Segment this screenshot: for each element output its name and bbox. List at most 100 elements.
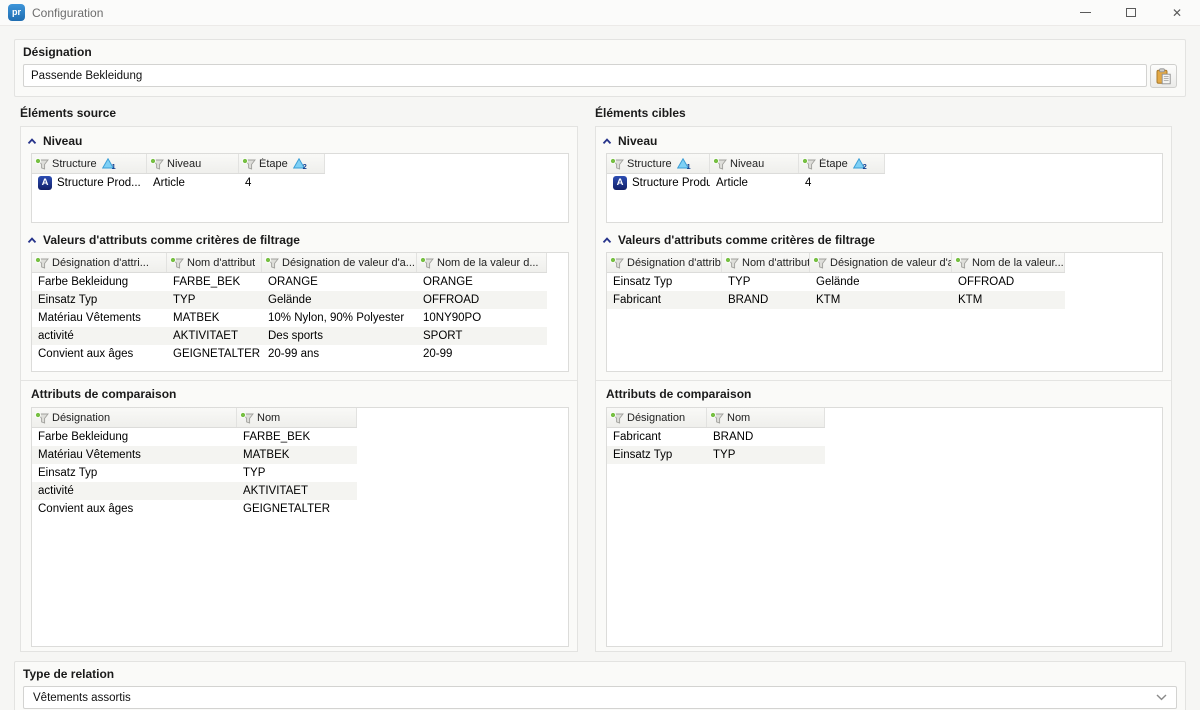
table-row[interactable]: Farbe BekleidungFARBE_BEKORANGEORANGE xyxy=(32,273,547,291)
table-cell: KTM xyxy=(952,291,1065,309)
table-cell: Einsatz Typ xyxy=(32,291,167,309)
table-header-row: Structure1NiveauÉtape2 xyxy=(607,154,885,174)
table-row[interactable]: FabricantBRANDKTMKTM xyxy=(607,291,1065,309)
titlebar: pr Configuration ✕ xyxy=(0,0,1200,26)
table-cell: GEIGNETALTER xyxy=(167,345,262,363)
table-row[interactable]: AStructure Prod...Article4 xyxy=(32,174,325,192)
paste-button[interactable] xyxy=(1150,64,1177,88)
table-cell: ORANGE xyxy=(417,273,547,291)
section-label: Niveau xyxy=(618,134,657,148)
dialog-content: Désignation Éléments source xyxy=(0,26,1200,710)
table-row[interactable]: activitéAKTIVITAET xyxy=(32,482,357,500)
filter-icon xyxy=(35,158,49,170)
table-cell: TYP xyxy=(167,291,262,309)
filter-icon xyxy=(713,158,727,170)
clipboard-icon xyxy=(1155,68,1172,85)
relation-select[interactable]: Vêtements assortis xyxy=(23,686,1177,709)
column-header[interactable]: Niveau xyxy=(710,154,799,173)
maximize-button[interactable] xyxy=(1108,0,1154,26)
column-header[interactable]: Nom xyxy=(237,408,357,427)
filter-icon xyxy=(240,412,254,424)
table-cell: 10NY90PO xyxy=(417,309,547,327)
column-header[interactable]: Désignation de valeur d'a... xyxy=(810,253,952,272)
table-cell: SPORT xyxy=(417,327,547,345)
configuration-window: pr Configuration ✕ Désignation xyxy=(0,0,1200,710)
table-row[interactable]: Einsatz TypTYP xyxy=(32,464,357,482)
article-icon: A xyxy=(613,176,627,190)
column-header[interactable]: Étape2 xyxy=(239,154,325,173)
filter-icon xyxy=(610,412,624,424)
table-header-row: Structure1NiveauÉtape2 xyxy=(32,154,325,174)
column-header[interactable]: Nom d'attribut xyxy=(167,253,262,272)
table-row[interactable]: Einsatz TypTYPGeländeOFFROAD xyxy=(32,291,547,309)
table-row[interactable]: Convient aux âgesGEIGNETALTER20-99 ans20… xyxy=(32,345,547,363)
table-cell: activité xyxy=(32,482,237,500)
table-cell: AStructure Prod... xyxy=(32,174,147,192)
table-row[interactable]: Einsatz TypTYP xyxy=(607,446,825,464)
column-header[interactable]: Nom d'attribut xyxy=(722,253,810,272)
column-header[interactable]: Désignation d'attribut xyxy=(607,253,722,272)
section-target-filter[interactable]: Valeurs d'attributs comme critères de fi… xyxy=(602,231,1171,249)
minimize-icon xyxy=(1080,12,1091,13)
column-header[interactable]: Désignation d'attri... xyxy=(32,253,167,272)
table-row[interactable]: Convient aux âgesGEIGNETALTER xyxy=(32,500,357,518)
table-cell: Fabricant xyxy=(607,428,707,446)
column-header[interactable]: Désignation xyxy=(32,408,237,427)
table-cell: Matériau Vêtements xyxy=(32,309,167,327)
table-cell: Convient aux âges xyxy=(32,500,237,518)
table-cell: AKTIVITAET xyxy=(167,327,262,345)
table-cell: Article xyxy=(710,174,799,192)
table-cell: GEIGNETALTER xyxy=(237,500,357,518)
filter-icon xyxy=(170,257,184,269)
table-row[interactable]: Farbe BekleidungFARBE_BEK xyxy=(32,428,357,446)
table-cell: Gelände xyxy=(262,291,417,309)
table-header-row: Désignation d'attributNom d'attributDési… xyxy=(607,253,1065,273)
table-cell: OFFROAD xyxy=(417,291,547,309)
table-cell: 20-99 xyxy=(417,345,547,363)
target-panel: Niveau Structure1NiveauÉtape2AStructure … xyxy=(595,126,1172,652)
table-row[interactable]: AStructure ProduitsArticle4 xyxy=(607,174,885,192)
window-title: Configuration xyxy=(32,6,103,20)
column-header[interactable]: Structure1 xyxy=(607,154,710,173)
designation-input[interactable] xyxy=(23,64,1147,87)
table-cell: FARBE_BEK xyxy=(167,273,262,291)
filter-icon xyxy=(802,158,816,170)
table-cell: Article xyxy=(147,174,239,192)
sort-order-icon: 1 xyxy=(677,158,689,169)
maximize-icon xyxy=(1126,8,1136,17)
table-row[interactable]: Matériau VêtementsMATBEK10% Nylon, 90% P… xyxy=(32,309,547,327)
source-niveau-table: Structure1NiveauÉtape2AStructure Prod...… xyxy=(31,153,569,223)
table-cell: 4 xyxy=(239,174,325,192)
table-cell: Convient aux âges xyxy=(32,345,167,363)
table-row[interactable]: FabricantBRAND xyxy=(607,428,825,446)
minimize-button[interactable] xyxy=(1062,0,1108,26)
table-cell: TYP xyxy=(237,464,357,482)
article-icon: A xyxy=(38,176,52,190)
target-filter-table: Désignation d'attributNom d'attributDési… xyxy=(606,252,1163,372)
window-controls: ✕ xyxy=(1062,0,1200,26)
column-header[interactable]: Nom de la valeur d... xyxy=(417,253,547,272)
table-cell: Gelände xyxy=(810,273,952,291)
table-cell: MATBEK xyxy=(167,309,262,327)
section-source-niveau[interactable]: Niveau xyxy=(27,132,577,150)
table-cell: 4 xyxy=(799,174,885,192)
table-row[interactable]: Matériau VêtementsMATBEK xyxy=(32,446,357,464)
table-row[interactable]: Einsatz TypTYPGeländeOFFROAD xyxy=(607,273,1065,291)
sort-order-icon: 2 xyxy=(853,158,865,169)
column-header[interactable]: Désignation xyxy=(607,408,707,427)
section-source-filter[interactable]: Valeurs d'attributs comme critères de fi… xyxy=(27,231,577,249)
column-header[interactable]: Structure1 xyxy=(32,154,147,173)
filter-icon xyxy=(265,257,279,269)
column-header[interactable]: Nom de la valeur... xyxy=(952,253,1065,272)
column-header[interactable]: Étape2 xyxy=(799,154,885,173)
column-header[interactable]: Nom xyxy=(707,408,825,427)
close-button[interactable]: ✕ xyxy=(1154,0,1200,26)
section-target-niveau[interactable]: Niveau xyxy=(602,132,1171,150)
column-header[interactable]: Désignation de valeur d'a... xyxy=(262,253,417,272)
table-row[interactable]: activitéAKTIVITAETDes sportsSPORT xyxy=(32,327,547,345)
column-header[interactable]: Niveau xyxy=(147,154,239,173)
table-cell: Matériau Vêtements xyxy=(32,446,237,464)
section-label: Valeurs d'attributs comme critères de fi… xyxy=(618,233,875,247)
collapse-icon xyxy=(27,138,37,145)
table-cell: 20-99 ans xyxy=(262,345,417,363)
